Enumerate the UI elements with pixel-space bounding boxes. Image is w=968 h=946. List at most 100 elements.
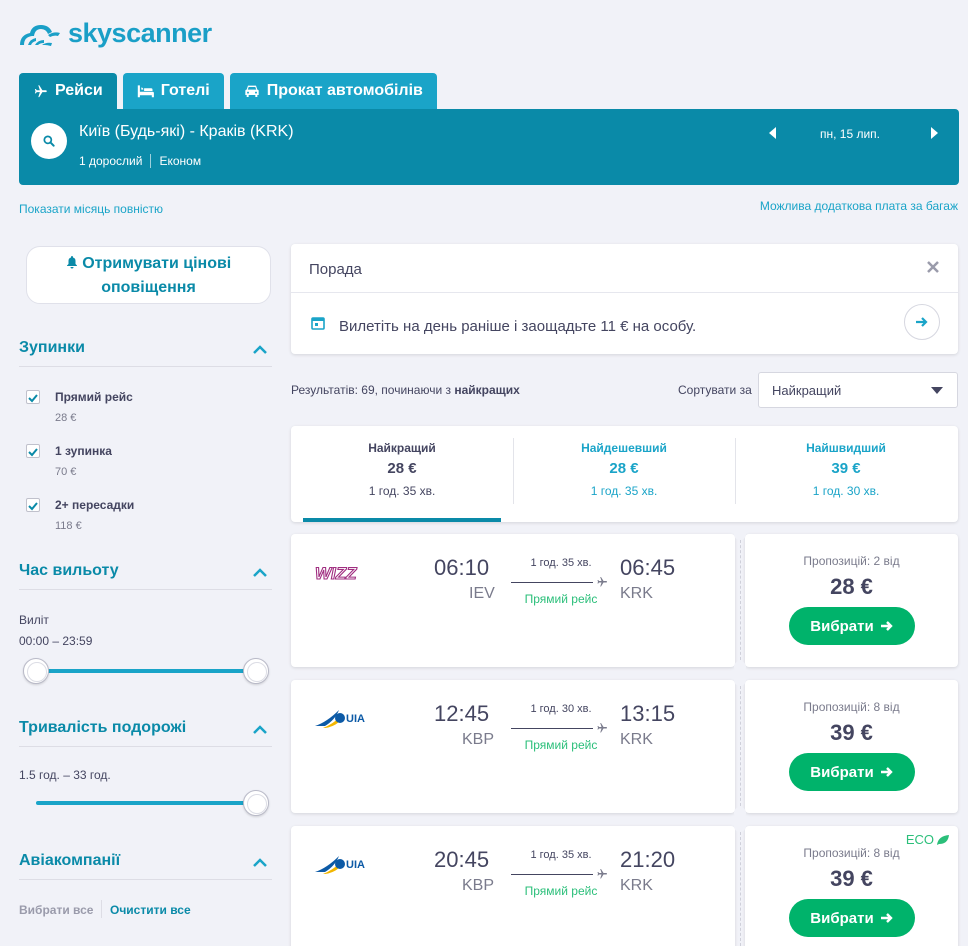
eco-label: ECO	[905, 832, 934, 847]
tip-text: Вилетіть на день раніше і заощадьте 11 €…	[339, 318, 697, 335]
divider	[19, 366, 272, 367]
check-icon	[28, 394, 38, 403]
sort-tab-best[interactable]: Найкращий 28 € 1 год. 35 хв.	[291, 426, 513, 522]
prev-date-icon[interactable]	[766, 126, 780, 140]
price-card: Пропозицій: 8 від 39 € Вибрати	[745, 680, 958, 813]
show-month-link[interactable]: Показати місяць повністю	[19, 202, 163, 216]
close-icon[interactable]	[926, 260, 940, 274]
sort-tabs-card: Найкращий 28 € 1 год. 35 хв. Найдешевший…	[291, 426, 958, 522]
checkbox-1-stop[interactable]	[26, 444, 40, 458]
page: skyscanner Рейси Готелі Прокат автомобіл…	[0, 0, 968, 946]
ticket-separator	[740, 832, 741, 946]
plane-icon	[597, 869, 607, 879]
tab-hotels-label: Готелі	[160, 82, 210, 99]
select-all-airlines[interactable]: Вибрати все	[19, 903, 93, 917]
departure-title[interactable]: Час вильоту	[19, 562, 119, 580]
divider	[19, 589, 272, 590]
sort-tab-fastest[interactable]: Найшвидший 39 € 1 год. 30 хв.	[735, 426, 957, 522]
wizz-air-logo: WIZZ	[314, 563, 357, 583]
active-tab-indicator	[303, 518, 501, 522]
departure-range: 00:00 – 23:59	[19, 634, 93, 648]
departure-time: 12:45	[434, 701, 490, 726]
arrow-right-icon	[880, 913, 893, 923]
tab-flights[interactable]: Рейси	[19, 73, 117, 109]
plane-icon	[597, 577, 607, 587]
sort-tab-fastest-duration: 1 год. 30 хв.	[812, 484, 880, 498]
sort-tab-fastest-title: Найшвидший	[806, 441, 886, 455]
price-alerts-button[interactable]: Отримувати цінові оповіщення	[26, 246, 271, 304]
ticket-notch	[734, 820, 746, 832]
duration-range: 1.5 год. – 33 год.	[19, 768, 111, 782]
stops-title[interactable]: Зупинки	[19, 339, 85, 357]
tab-car-hire[interactable]: Прокат автомобілів	[229, 73, 437, 109]
select-button[interactable]: Вибрати	[789, 753, 915, 791]
sort-tab-cheapest[interactable]: Найдешевший 28 € 1 год. 35 хв.	[513, 426, 735, 522]
sort-select[interactable]: Найкращий	[758, 372, 958, 408]
search-icon	[43, 135, 55, 147]
arrival-airport: KRK	[620, 585, 653, 602]
check-icon	[28, 448, 38, 457]
departure-airport: IEV	[469, 585, 495, 602]
eco-badge: ECO	[906, 832, 950, 847]
stops-1-label[interactable]: 1 зупинка	[55, 444, 112, 458]
departure-slider-min-handle[interactable]	[23, 658, 49, 684]
date-text[interactable]: пн, 15 лип.	[809, 127, 891, 141]
departure-airport: KBP	[462, 731, 495, 748]
stops-direct-label[interactable]: Прямий рейс	[55, 390, 133, 404]
duration-title[interactable]: Тривалість подорожі	[19, 719, 186, 737]
chevron-up-icon[interactable]	[252, 724, 268, 734]
offers-count: Пропозицій: 8 від	[803, 700, 900, 714]
skyscanner-logo[interactable]: skyscanner	[18, 18, 212, 49]
search-button[interactable]	[31, 123, 67, 159]
duration-slider-handle[interactable]	[243, 790, 269, 816]
bed-icon	[137, 85, 154, 98]
results-count: Результатів: 69, починаючи з найкращих	[291, 383, 520, 397]
flight-duration: 1 год. 35 хв.	[530, 557, 592, 569]
clear-all-airlines[interactable]: Очистити все	[110, 903, 191, 917]
bell-icon	[66, 256, 77, 269]
airlines-title[interactable]: Авіакомпанії	[19, 852, 120, 870]
flight-card[interactable]: WIZZ 06:10 IEV 1 год. 35 хв. Прямий рейс…	[291, 534, 735, 667]
chevron-up-icon[interactable]	[252, 857, 268, 867]
departure-slider-track[interactable]	[36, 669, 256, 673]
caret-down-icon	[931, 387, 943, 394]
ticket-notch	[734, 661, 746, 673]
route-text[interactable]: Київ (Будь-які) - Краків (KRK)	[79, 123, 294, 141]
departure-label: Виліт	[19, 613, 49, 627]
cloud-sunrise-icon	[20, 24, 60, 46]
select-button[interactable]: Вибрати	[789, 899, 915, 937]
sort-tab-fastest-price: 39 €	[831, 460, 861, 477]
select-button-label: Вибрати	[810, 909, 874, 927]
tip-go-button[interactable]	[904, 304, 940, 340]
flight-card[interactable]: UIA 12:45 KBP 1 год. 30 хв. Прямий рейс …	[291, 680, 735, 813]
arrival-time: 06:45	[620, 555, 676, 580]
results-count-prefix: Результатів: 69, починаючи з	[291, 383, 455, 397]
departure-time: 06:10	[434, 555, 490, 580]
stops-2plus-label[interactable]: 2+ пересадки	[55, 498, 134, 512]
cabin-text: Економ	[150, 154, 201, 168]
arrival-time: 21:20	[620, 847, 676, 872]
search-summary-bar[interactable]: Київ (Будь-які) - Краків (KRK) 1 доросли…	[19, 109, 959, 185]
offers-count: Пропозицій: 8 від	[803, 846, 900, 860]
chevron-up-icon[interactable]	[252, 567, 268, 577]
ticket-notch	[734, 674, 746, 686]
duration-slider-track[interactable]	[36, 801, 256, 805]
chevron-up-icon[interactable]	[252, 344, 268, 354]
checkbox-2plus-stops[interactable]	[26, 498, 40, 512]
price-card: ECO Пропозицій: 8 від 39 € Вибрати	[745, 826, 958, 946]
tip-title: Порада	[309, 261, 362, 278]
arrival-time: 13:15	[620, 701, 676, 726]
divider	[101, 900, 102, 918]
passengers-text: 1 дорослий	[79, 154, 143, 168]
baggage-fee-link[interactable]: Можлива додаткова плата за багаж	[760, 199, 958, 213]
departure-slider-max-handle[interactable]	[243, 658, 269, 684]
tab-hotels[interactable]: Готелі	[122, 73, 224, 109]
arrow-right-icon	[916, 317, 928, 327]
stops-direct-price: 28 €	[55, 412, 77, 424]
select-button[interactable]: Вибрати	[789, 607, 915, 645]
check-icon	[28, 502, 38, 511]
checkbox-direct[interactable]	[26, 390, 40, 404]
flight-card[interactable]: UIA 20:45 KBP 1 год. 35 хв. Прямий рейс …	[291, 826, 735, 946]
flight-line	[511, 874, 593, 875]
next-date-icon[interactable]	[927, 126, 941, 140]
